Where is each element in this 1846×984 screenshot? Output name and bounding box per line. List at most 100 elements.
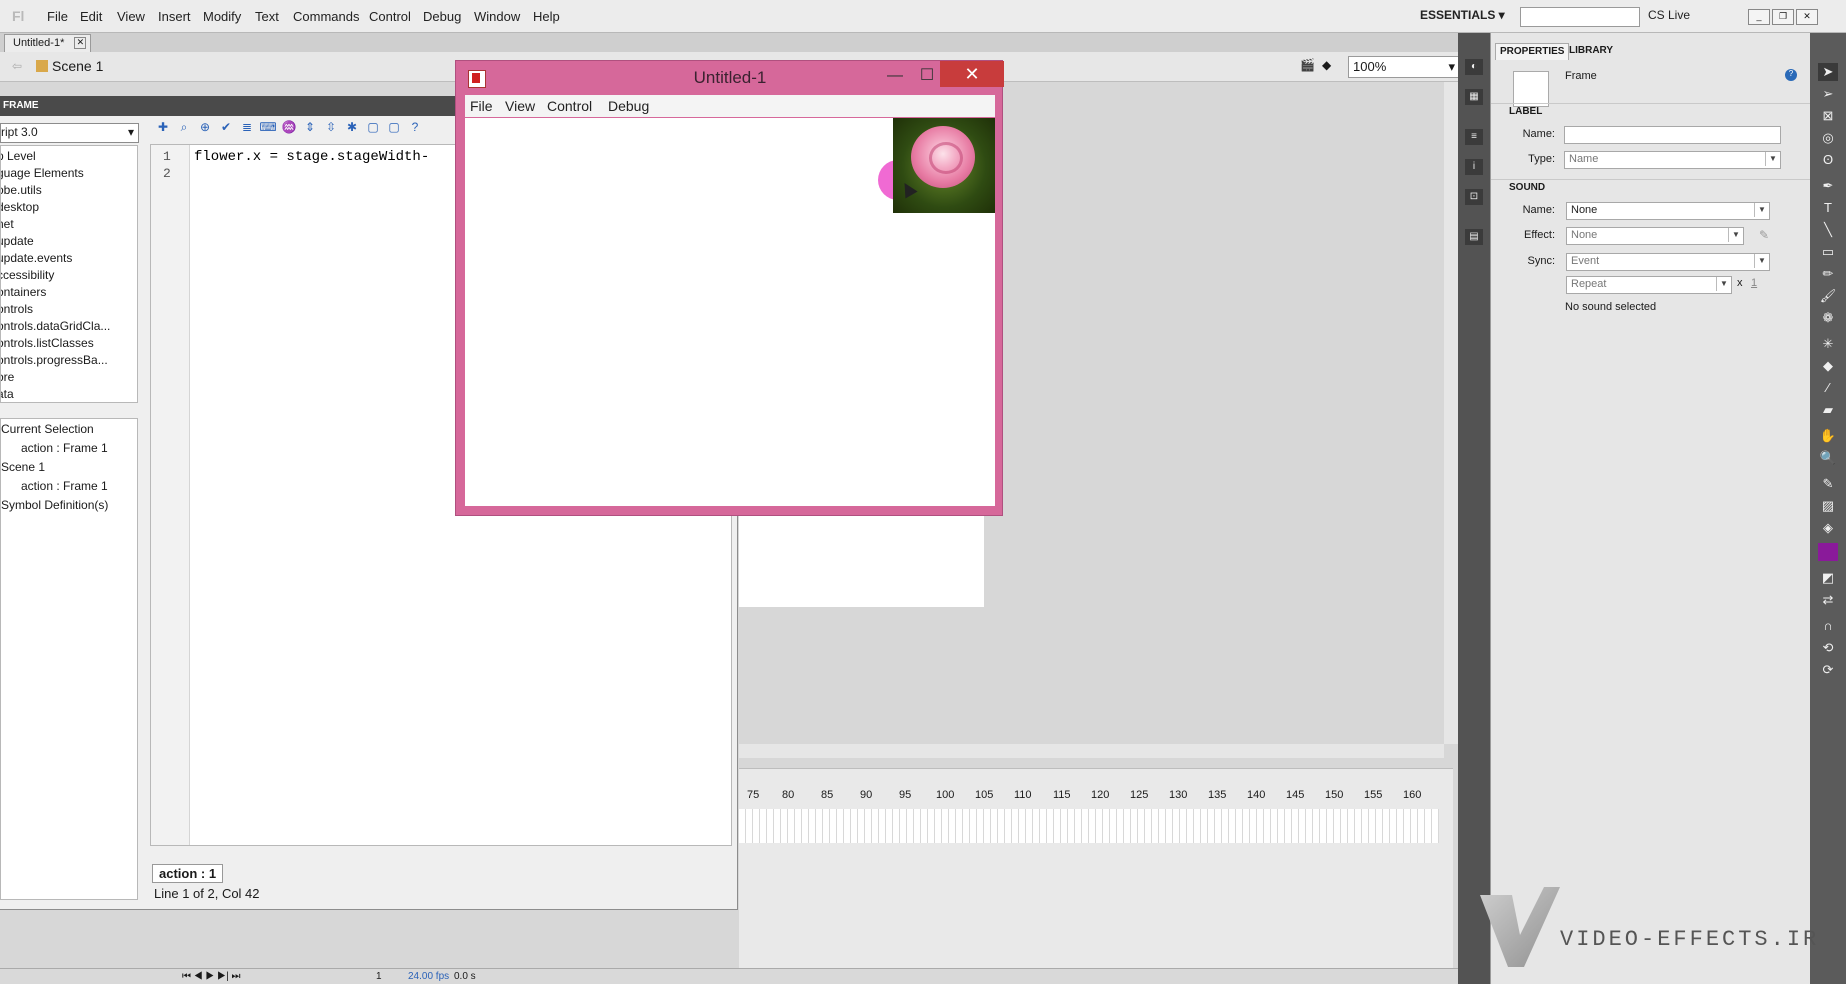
- edit-envelope-icon[interactable]: ✎: [1759, 228, 1769, 242]
- restore-icon[interactable]: ❐: [1772, 9, 1794, 25]
- effect-select[interactable]: None ▼: [1566, 227, 1744, 245]
- player-menu-view[interactable]: View: [505, 98, 535, 114]
- 3d-rotation-icon[interactable]: ◎: [1818, 129, 1838, 147]
- menu-debug[interactable]: Debug: [423, 9, 461, 24]
- scene-label[interactable]: Scene 1: [52, 58, 103, 74]
- toolbox-item[interactable]: ccessibility: [1, 268, 54, 282]
- toolbox-item[interactable]: ontrols.progressBa...: [1, 353, 108, 367]
- player-menu-control[interactable]: Control: [547, 98, 592, 114]
- script-tab[interactable]: action : 1: [152, 864, 224, 883]
- edit-symbol-icon[interactable]: ◆: [1322, 58, 1331, 72]
- deco-icon[interactable]: ❁: [1818, 309, 1838, 327]
- player-menu-file[interactable]: File: [470, 98, 493, 114]
- code-line[interactable]: flower.x = stage.stageWidth-: [194, 149, 429, 165]
- label-type-select[interactable]: Name ▼: [1564, 151, 1781, 169]
- stroke-color-icon[interactable]: ✎: [1818, 475, 1838, 493]
- toolbox-item[interactable]: net: [1, 217, 14, 231]
- smooth-icon[interactable]: ⟲: [1818, 639, 1838, 657]
- close-button[interactable]: ✕: [940, 61, 1004, 87]
- workspace-switcher[interactable]: ESSENTIALS ▾: [1420, 8, 1505, 22]
- collapse-icon[interactable]: ⇕: [301, 120, 319, 136]
- toolbox-item[interactable]: ore: [1, 370, 14, 384]
- toolbox-item[interactable]: update.events: [1, 251, 72, 265]
- bone-icon[interactable]: ✳: [1818, 335, 1838, 353]
- black-white-icon[interactable]: ◩: [1818, 569, 1838, 587]
- toolbox-item[interactable]: desktop: [1, 200, 39, 214]
- tree-item[interactable]: action : Frame 1: [21, 479, 108, 493]
- tree-item[interactable]: Scene 1: [1, 460, 45, 474]
- minimize-icon[interactable]: _: [1748, 9, 1770, 25]
- stroke-swatch[interactable]: ▨: [1818, 497, 1838, 515]
- line-tool-icon[interactable]: ╲: [1818, 221, 1838, 239]
- brush-icon[interactable]: 🖌: [1818, 287, 1838, 305]
- comment-icon[interactable]: ▢: [364, 120, 382, 136]
- find-icon[interactable]: ⌕: [175, 120, 193, 136]
- menu-modify[interactable]: Modify: [203, 9, 241, 24]
- align-icon[interactable]: ≡: [1465, 129, 1483, 145]
- free-transform-icon[interactable]: ⊠: [1818, 107, 1838, 125]
- stage-horizontal-scrollbar[interactable]: [739, 744, 1444, 758]
- maximize-button[interactable]: ☐: [914, 65, 940, 87]
- uncomment-icon[interactable]: ▢: [385, 120, 403, 136]
- tree-item[interactable]: Current Selection: [1, 422, 94, 436]
- swatches-icon[interactable]: ▦: [1465, 89, 1483, 105]
- toolbox-item[interactable]: ata: [1, 387, 14, 401]
- zoom-tool-icon[interactable]: 🔍: [1818, 449, 1838, 467]
- help-search-input[interactable]: [1520, 7, 1640, 27]
- sync-select[interactable]: Event ▼: [1566, 253, 1770, 271]
- player-menu-debug[interactable]: Debug: [608, 98, 649, 114]
- target-icon[interactable]: ⊕: [196, 120, 214, 136]
- color-icon[interactable]: ◐: [1465, 59, 1483, 75]
- menu-window[interactable]: Window: [474, 9, 520, 24]
- menu-insert[interactable]: Insert: [158, 9, 191, 24]
- close-icon[interactable]: ✕: [1796, 9, 1818, 25]
- minimize-button[interactable]: —: [882, 65, 908, 87]
- toolbox-item[interactable]: p Level: [1, 149, 36, 163]
- frame-name-field[interactable]: [1564, 126, 1781, 144]
- menu-view[interactable]: View: [117, 9, 145, 24]
- auto-format-icon[interactable]: ≣: [238, 120, 256, 136]
- edit-scene-icon[interactable]: 🎬: [1300, 58, 1315, 72]
- text-tool-icon[interactable]: T: [1818, 199, 1838, 217]
- expand-all-icon[interactable]: ✱: [343, 120, 361, 136]
- zoom-select[interactable]: 100% ▾: [1348, 56, 1460, 78]
- menu-text[interactable]: Text: [255, 9, 279, 24]
- cs-live-button[interactable]: CS Live: [1648, 8, 1690, 22]
- tab-library[interactable]: LIBRARY: [1565, 43, 1617, 59]
- playback-controls[interactable]: ⏮ ◀ ▶ ▶| ⏭: [182, 971, 240, 982]
- sound-name-select[interactable]: None ▼: [1566, 202, 1770, 220]
- toolbox-item[interactable]: ontrols.listClasses: [1, 336, 94, 350]
- tree-item[interactable]: Symbol Definition(s): [1, 498, 108, 512]
- repeat-select[interactable]: Repeat ▼: [1566, 276, 1732, 294]
- toolbox-item[interactable]: ontrols.dataGridCla...: [1, 319, 110, 333]
- collapse-selection-icon[interactable]: ⇳: [322, 120, 340, 136]
- toolbox-item[interactable]: ontrols: [1, 302, 33, 316]
- frame-grid[interactable]: [739, 809, 1439, 843]
- help-icon[interactable]: ?: [1785, 69, 1797, 81]
- subselection-tool-icon[interactable]: ➢: [1818, 85, 1838, 103]
- lasso-icon[interactable]: ʘ: [1818, 151, 1838, 169]
- script-version-select[interactable]: ript 3.0 ▾: [0, 123, 139, 143]
- stage-vertical-scrollbar[interactable]: [1444, 82, 1458, 744]
- toolbox-item[interactable]: ontainers: [1, 285, 46, 299]
- section-sound[interactable]: SOUND: [1491, 179, 1827, 196]
- close-tab-icon[interactable]: ✕: [74, 37, 87, 49]
- code-hint-icon[interactable]: ⌨: [259, 120, 277, 136]
- help-icon[interactable]: ?: [406, 120, 424, 136]
- menu-file[interactable]: File: [47, 9, 68, 24]
- toolbox-item[interactable]: guage Elements: [1, 166, 84, 180]
- selection-tool-icon[interactable]: ➤: [1818, 63, 1838, 81]
- repeat-count[interactable]: 1: [1751, 277, 1757, 289]
- paint-bucket-icon[interactable]: ◆: [1818, 357, 1838, 375]
- info-icon[interactable]: i: [1465, 159, 1483, 175]
- section-label[interactable]: LABEL: [1491, 103, 1827, 120]
- swap-colors-icon[interactable]: ⇄: [1818, 591, 1838, 609]
- toolbox-item[interactable]: update: [1, 234, 34, 248]
- hand-tool-icon[interactable]: ✋: [1818, 427, 1838, 445]
- pencil-icon[interactable]: ✏: [1818, 265, 1838, 283]
- transform-icon[interactable]: ⊡: [1465, 189, 1483, 205]
- frame-rate[interactable]: 24.00 fps: [408, 971, 449, 982]
- back-arrow-icon[interactable]: ⇦: [12, 59, 22, 73]
- tab-properties[interactable]: PROPERTIES: [1495, 43, 1570, 60]
- eraser-icon[interactable]: ▰: [1818, 401, 1838, 419]
